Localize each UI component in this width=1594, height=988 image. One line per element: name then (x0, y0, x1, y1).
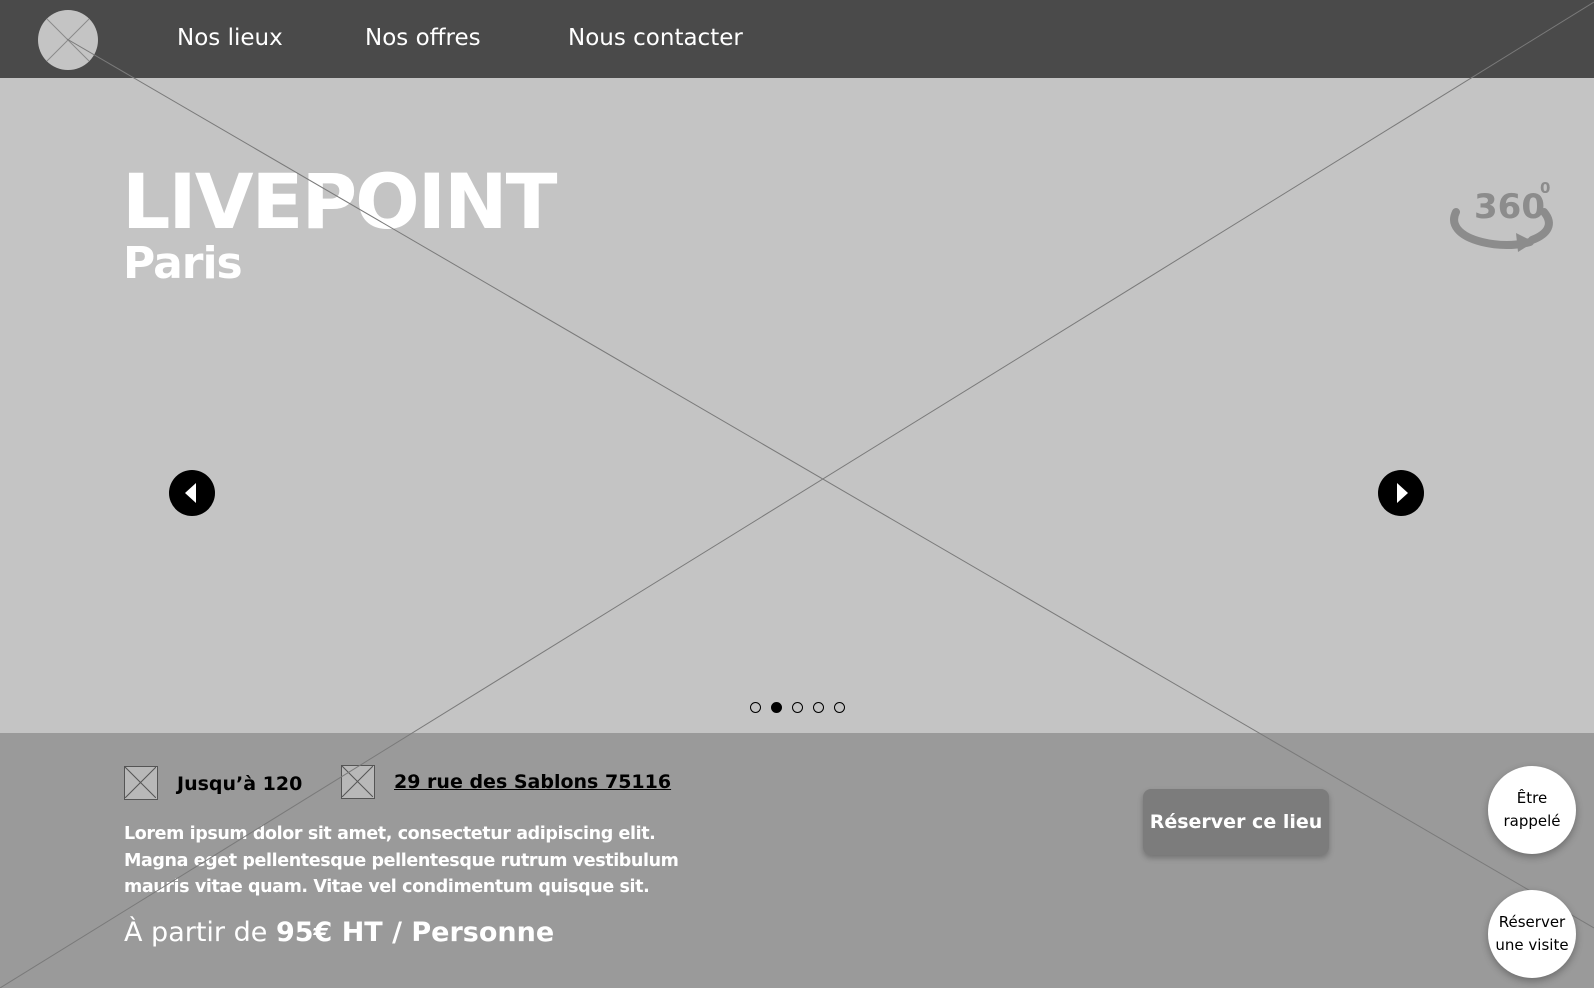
capacity-text: Jusqu’à 120 (177, 773, 303, 795)
page: LIVEPOINT Paris 360 0 Nos lieux Nos offr… (0, 0, 1594, 988)
logo-placeholder[interactable] (38, 10, 98, 70)
price-prefix: À partir de (124, 917, 276, 948)
carousel-dot-active[interactable] (771, 702, 782, 713)
carousel-next-button[interactable] (1378, 470, 1424, 516)
nav-link-nous-contacter[interactable]: Nous contacter (568, 22, 743, 54)
nav-link-nos-offres[interactable]: Nos offres (365, 22, 481, 54)
description-line: Lorem ipsum dolor sit amet, consectetur … (124, 824, 656, 844)
address-link[interactable]: 29 rue des Sablons 75116 (394, 770, 671, 794)
request-callback-button[interactable]: Être rappelé (1488, 766, 1576, 854)
carousel-dot[interactable] (813, 702, 824, 713)
visit-label-line: une visite (1495, 936, 1569, 954)
venue-info-panel: Jusqu’à 120 29 rue des Sablons 75116 Lor… (0, 733, 1594, 988)
360-degree-label: 0 (1540, 179, 1551, 197)
book-visit-button[interactable]: Réserver une visite (1488, 890, 1576, 978)
description-line: mauris vitae quam. Vitae vel condimentum… (124, 877, 650, 897)
venue-description: Lorem ipsum dolor sit amet, consectetur … (124, 821, 684, 901)
360-view-icon[interactable]: 360 0 (1448, 178, 1562, 262)
chevron-left-icon (185, 483, 196, 503)
venue-title: LIVEPOINT (122, 157, 557, 246)
callback-label-line: rappelé (1503, 812, 1561, 830)
description-line: Magna eget pellentesque pellentesque rut… (124, 850, 679, 871)
price-value: 95€ HT / Personne (275, 917, 555, 948)
hero-image-placeholder: LIVEPOINT Paris 360 0 (0, 78, 1594, 733)
carousel-pagination (750, 702, 860, 716)
360-label: 360 (1474, 187, 1545, 227)
price-text: À partir de 95€ HT / Personne (124, 915, 554, 951)
venue-city: Paris (123, 238, 243, 289)
location-icon (341, 765, 375, 799)
chevron-right-icon (1397, 483, 1408, 503)
carousel-dot[interactable] (792, 702, 803, 713)
visit-label-line: Réserver (1498, 913, 1566, 931)
carousel-prev-button[interactable] (169, 470, 215, 516)
carousel-dot[interactable] (834, 702, 845, 713)
book-venue-button[interactable]: Réserver ce lieu (1143, 789, 1329, 855)
top-nav-bar: Nos lieux Nos offres Nous contacter (0, 0, 1594, 78)
carousel-dot[interactable] (750, 702, 761, 713)
capacity-icon (124, 766, 158, 800)
nav-link-nos-lieux[interactable]: Nos lieux (177, 22, 283, 54)
callback-label-line: Être (1516, 789, 1548, 807)
